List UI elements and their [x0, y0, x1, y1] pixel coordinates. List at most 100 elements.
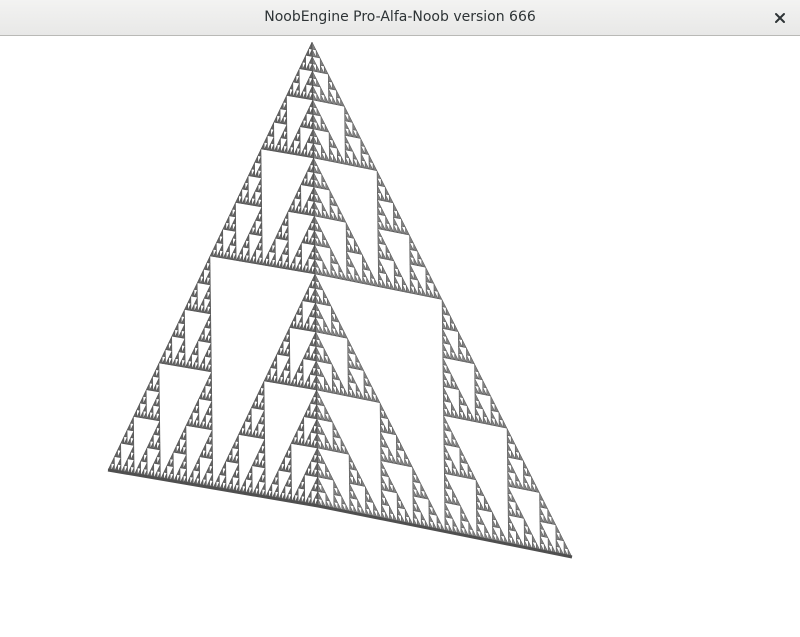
fractal-triangle [313, 426, 318, 434]
fractal-triangle [286, 88, 290, 97]
fractal-triangle [539, 499, 545, 509]
fractal-triangle [235, 253, 240, 262]
fractal-triangle [238, 189, 243, 197]
fractal-triangle [207, 306, 211, 315]
fractal-triangle [312, 346, 317, 354]
fractal-triangle [282, 334, 287, 342]
fractal-triangle [298, 264, 303, 272]
fractal-edges [107, 468, 573, 559]
fractal-triangle [178, 330, 182, 339]
fractal-triangle [346, 265, 351, 275]
fractal-triangle [312, 121, 318, 131]
fractal-triangle [208, 379, 212, 387]
fractal-triangle [307, 193, 311, 202]
fractal-triangle [443, 466, 449, 475]
fractal-triangle [193, 289, 198, 298]
fractal-triangle [314, 223, 319, 232]
fractal-triangle [288, 486, 292, 495]
fractal-triangle [424, 491, 430, 500]
fractal-triangle [357, 477, 362, 487]
fractal-triangle [425, 288, 431, 298]
fractal-triangle [460, 520, 466, 529]
fractal-triangle [261, 453, 266, 461]
fractal-triangle [198, 420, 203, 429]
fractal-triangle [126, 423, 131, 431]
fractal-triangle [308, 295, 313, 303]
fractal-triangle [402, 284, 407, 293]
fractal-triangle [380, 431, 385, 441]
fractal-triangle [308, 324, 313, 332]
fractal-triangle [388, 476, 394, 486]
fractal-triangle [476, 523, 481, 532]
fractal-triangle [182, 454, 187, 462]
fractal-triangle [359, 362, 365, 371]
fractal-triangle [312, 360, 317, 369]
fractal-triangle [312, 70, 317, 80]
fractal-triangle [181, 331, 186, 339]
fractal-triangle [192, 405, 196, 413]
fractal-triangle [374, 278, 379, 288]
fractal-triangle [248, 465, 253, 474]
fractal-triangle [296, 126, 301, 135]
fractal-triangle [329, 197, 335, 206]
fractal-triangle [543, 500, 548, 509]
fractal-triangle [117, 457, 122, 466]
fractal-triangle [195, 405, 200, 414]
fractal-triangle [306, 121, 311, 129]
fractal-triangle [543, 515, 549, 524]
fractal-triangle [219, 236, 224, 244]
fractal-triangle [378, 279, 383, 288]
fractal-triangle [133, 409, 137, 418]
fractal-triangle [381, 222, 387, 231]
fractal-triangle [507, 449, 512, 459]
fractal-triangle [195, 420, 200, 428]
fractal-triangle [353, 491, 358, 500]
fractal-triangle [222, 468, 227, 476]
fractal-triangle [201, 385, 206, 393]
fractal-triangle [458, 353, 463, 362]
fractal-triangle [452, 518, 458, 527]
fractal-triangle [297, 437, 302, 446]
fractal-triangle [397, 225, 402, 234]
fractal-triangle [345, 236, 351, 246]
fractal-triangle [247, 422, 252, 430]
fractal-triangle [314, 288, 320, 297]
fractal-triangle [393, 224, 398, 234]
fractal-triangle [450, 351, 456, 361]
fractal-triangle [201, 363, 206, 372]
fractal-triangle [305, 352, 310, 361]
fractal-triangle [232, 245, 237, 254]
fractal-triangle [377, 257, 383, 267]
fractal-triangle [287, 472, 292, 480]
fractal-triangle [291, 256, 296, 264]
close-button[interactable] [768, 6, 792, 30]
fractal-triangle [523, 525, 529, 535]
fractal-triangle [518, 452, 524, 461]
fractal-triangle [244, 414, 249, 422]
fractal-triangle [137, 461, 141, 469]
fractal-triangle [276, 347, 281, 356]
fractal-triangle [254, 170, 259, 178]
fractal-triangle [340, 98, 345, 107]
fractal-triangle [409, 249, 415, 258]
fractal-triangle [279, 102, 284, 110]
fractal-triangle [225, 223, 230, 231]
fractal-triangle [515, 480, 521, 489]
fractal-triangle [443, 415, 448, 424]
fractal-triangle [316, 78, 321, 88]
fractal-triangle [258, 243, 263, 251]
fractal-triangle [252, 249, 257, 257]
fractal-triangle [441, 313, 447, 323]
fractal-triangle [308, 78, 313, 86]
render-viewport[interactable] [0, 36, 800, 637]
title-bar[interactable]: NoobEngine Pro-Alfa-Noob version 666 [0, 0, 800, 36]
fractal-triangle [309, 121, 314, 130]
fractal-triangle [306, 410, 311, 419]
fractal-triangle [314, 252, 320, 261]
fractal-triangle [289, 89, 294, 97]
fractal-triangle [490, 417, 496, 427]
fractal-triangle [301, 481, 305, 490]
fractal-triangle [384, 425, 389, 434]
fractal-triangle [324, 406, 330, 415]
fractal-triangle [380, 438, 385, 448]
